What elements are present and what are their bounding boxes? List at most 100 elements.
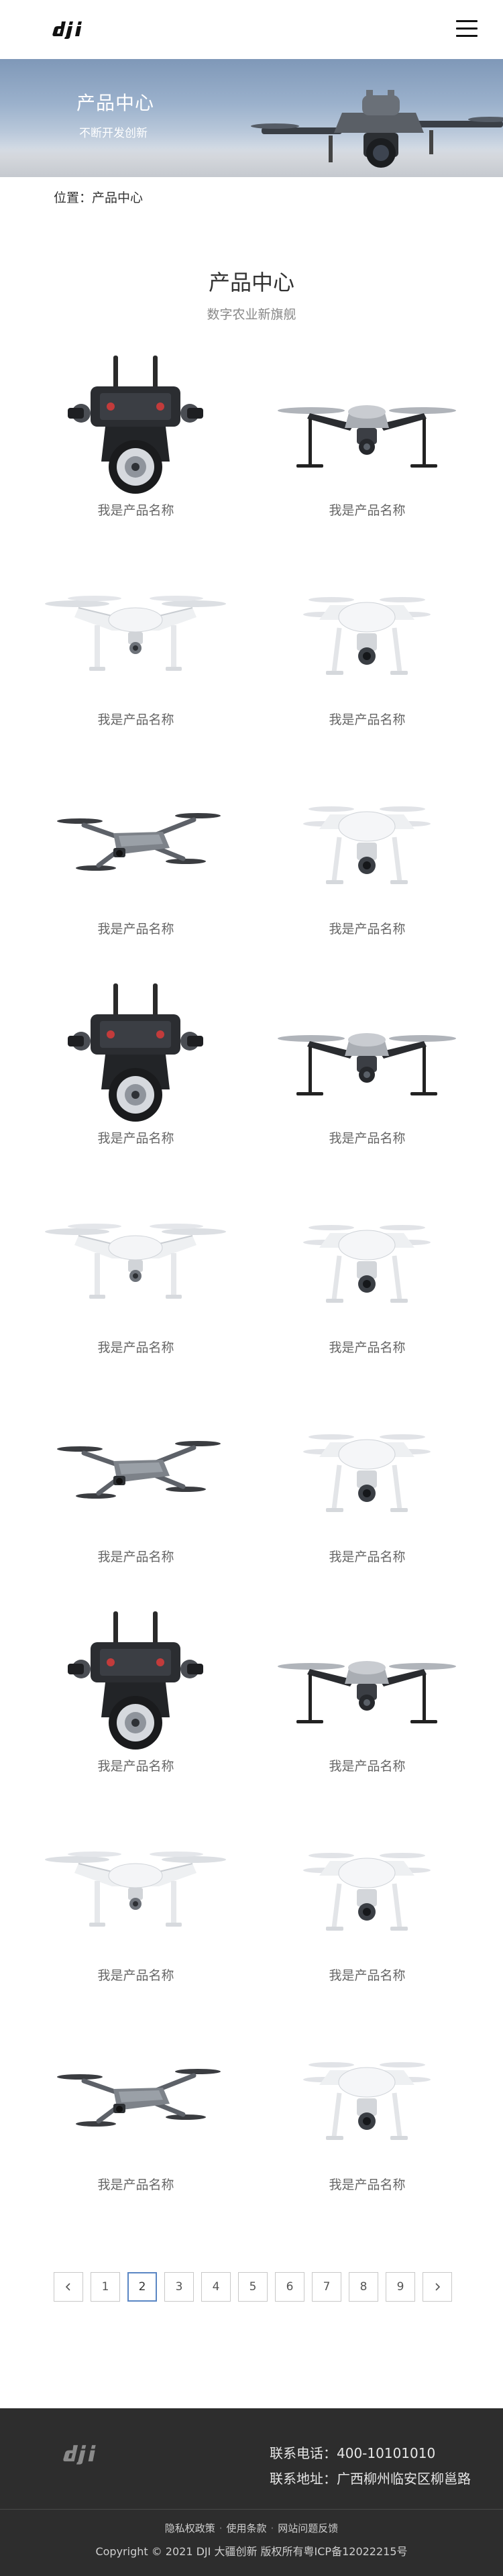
product-card[interactable]: 我是产品名称 [252, 977, 483, 1186]
product-image [68, 356, 203, 494]
product-image[interactable] [270, 767, 464, 928]
hero-banner: 产品中心 不断开发创新 [0, 59, 503, 177]
product-image[interactable] [270, 1395, 464, 1556]
footer-divider [0, 2509, 503, 2510]
product-card[interactable]: 我是产品名称 [20, 1186, 252, 1395]
page-button[interactable]: 1 [91, 2272, 120, 2302]
product-card[interactable]: 我是产品名称 [20, 767, 252, 977]
product-image[interactable] [38, 1186, 233, 1347]
product-image [303, 2062, 431, 2140]
product-image [303, 806, 431, 884]
footer-link-terms[interactable]: 使用条款 [226, 2522, 266, 2534]
product-image[interactable] [270, 2023, 464, 2184]
product-name[interactable]: 我是产品名称 [20, 1128, 252, 1146]
product-image[interactable] [38, 767, 233, 928]
product-image[interactable] [270, 1605, 464, 1766]
product-image[interactable] [38, 1395, 233, 1556]
product-image [45, 596, 226, 671]
product-card[interactable]: 我是产品名称 [20, 1605, 252, 1814]
page-button[interactable]: 7 [312, 2272, 341, 2302]
product-card[interactable]: 我是产品名称 [252, 767, 483, 977]
product-image[interactable] [38, 2023, 233, 2184]
product-name[interactable]: 我是产品名称 [20, 1338, 252, 1356]
site-footer: 联系电话：400-10101010 联系地址：广西柳州临安区柳邕路 隐私权政策 ·… [0, 2408, 503, 2576]
product-image [303, 1434, 431, 1512]
product-card[interactable]: 我是产品名称 [20, 558, 252, 767]
product-name[interactable]: 我是产品名称 [252, 1338, 483, 1356]
product-image[interactable] [270, 1186, 464, 1347]
product-name[interactable]: 我是产品名称 [20, 710, 252, 728]
product-card[interactable]: 我是产品名称 [252, 349, 483, 558]
page-button[interactable]: 6 [275, 2272, 304, 2302]
page-button[interactable]: 2 [127, 2272, 157, 2302]
footer-phone-label: 联系电话： [270, 2445, 337, 2461]
product-image[interactable] [38, 1814, 233, 1975]
product-image[interactable] [38, 349, 233, 510]
page-button[interactable]: 3 [164, 2272, 194, 2302]
product-card[interactable]: 我是产品名称 [252, 1186, 483, 1395]
page-button[interactable]: 4 [201, 2272, 231, 2302]
breadcrumb-current[interactable]: 产品中心 [92, 191, 143, 205]
product-image [45, 1224, 226, 1299]
page-button[interactable]: 5 [238, 2272, 268, 2302]
product-card[interactable]: 我是产品名称 [20, 349, 252, 558]
product-image[interactable] [270, 558, 464, 719]
product-name[interactable]: 我是产品名称 [20, 1966, 252, 1984]
banner-drone-image [251, 90, 503, 168]
page-button[interactable]: 8 [349, 2272, 378, 2302]
product-image[interactable] [38, 977, 233, 1138]
chevron-right-icon[interactable] [423, 2272, 452, 2302]
product-name[interactable]: 我是产品名称 [252, 500, 483, 519]
product-name[interactable]: 我是产品名称 [252, 1547, 483, 1565]
product-name[interactable]: 我是产品名称 [20, 2175, 252, 2193]
product-image [303, 1225, 431, 1303]
product-card[interactable]: 我是产品名称 [252, 1395, 483, 1605]
product-image [278, 1033, 456, 1095]
product-card[interactable]: 我是产品名称 [252, 1814, 483, 2023]
product-card[interactable]: 我是产品名称 [252, 558, 483, 767]
product-card[interactable]: 我是产品名称 [20, 1395, 252, 1605]
page-button[interactable]: 9 [386, 2272, 415, 2302]
product-image[interactable] [38, 1605, 233, 1766]
breadcrumb-prefix: 位置： [54, 191, 93, 205]
hamburger-menu-icon[interactable] [456, 20, 478, 38]
footer-link-feedback[interactable]: 网站问题反馈 [278, 2522, 338, 2534]
product-image[interactable] [38, 558, 233, 719]
product-name[interactable]: 我是产品名称 [252, 1756, 483, 1774]
product-card[interactable]: 我是产品名称 [20, 977, 252, 1186]
footer-phone-value[interactable]: 400-10101010 [337, 2445, 435, 2461]
breadcrumb: 位置：产品中心 [54, 188, 143, 206]
product-card[interactable]: 我是产品名称 [20, 2023, 252, 2233]
chevron-left-icon[interactable] [54, 2272, 83, 2302]
product-card[interactable]: 我是产品名称 [252, 2023, 483, 2233]
banner-subtitle: 不断开发创新 [79, 127, 148, 140]
product-name[interactable]: 我是产品名称 [252, 710, 483, 728]
product-card[interactable]: 我是产品名称 [20, 1814, 252, 2023]
product-name[interactable]: 我是产品名称 [252, 2175, 483, 2193]
product-image[interactable] [270, 349, 464, 510]
product-image [57, 813, 221, 871]
footer-link-separator: · [270, 2522, 274, 2534]
product-card[interactable]: 我是产品名称 [252, 1605, 483, 1814]
product-name[interactable]: 我是产品名称 [252, 1128, 483, 1146]
section-subtitle: 数字农业新旗舰 [207, 307, 296, 322]
footer-address-value: 广西柳州临安区柳邕路 [337, 2471, 471, 2487]
product-image [57, 2069, 221, 2127]
footer-link-separator: · [219, 2522, 223, 2534]
product-name[interactable]: 我是产品名称 [20, 500, 252, 519]
product-image [68, 1611, 203, 1750]
product-name[interactable]: 我是产品名称 [20, 1756, 252, 1774]
footer-address: 联系地址：广西柳州临安区柳邕路 [270, 2466, 471, 2491]
dji-logo[interactable] [63, 2442, 105, 2465]
product-image[interactable] [270, 977, 464, 1138]
dji-logo[interactable] [52, 19, 90, 39]
product-image[interactable] [270, 1814, 464, 1975]
product-name[interactable]: 我是产品名称 [20, 919, 252, 937]
footer-link-privacy[interactable]: 隐私权政策 [165, 2522, 215, 2534]
product-name[interactable]: 我是产品名称 [252, 1966, 483, 1984]
product-image [57, 1441, 221, 1499]
product-name[interactable]: 我是产品名称 [20, 1547, 252, 1565]
chevron-right-icon [435, 2283, 441, 2291]
footer-address-label: 联系地址： [270, 2471, 337, 2487]
product-name[interactable]: 我是产品名称 [252, 919, 483, 937]
